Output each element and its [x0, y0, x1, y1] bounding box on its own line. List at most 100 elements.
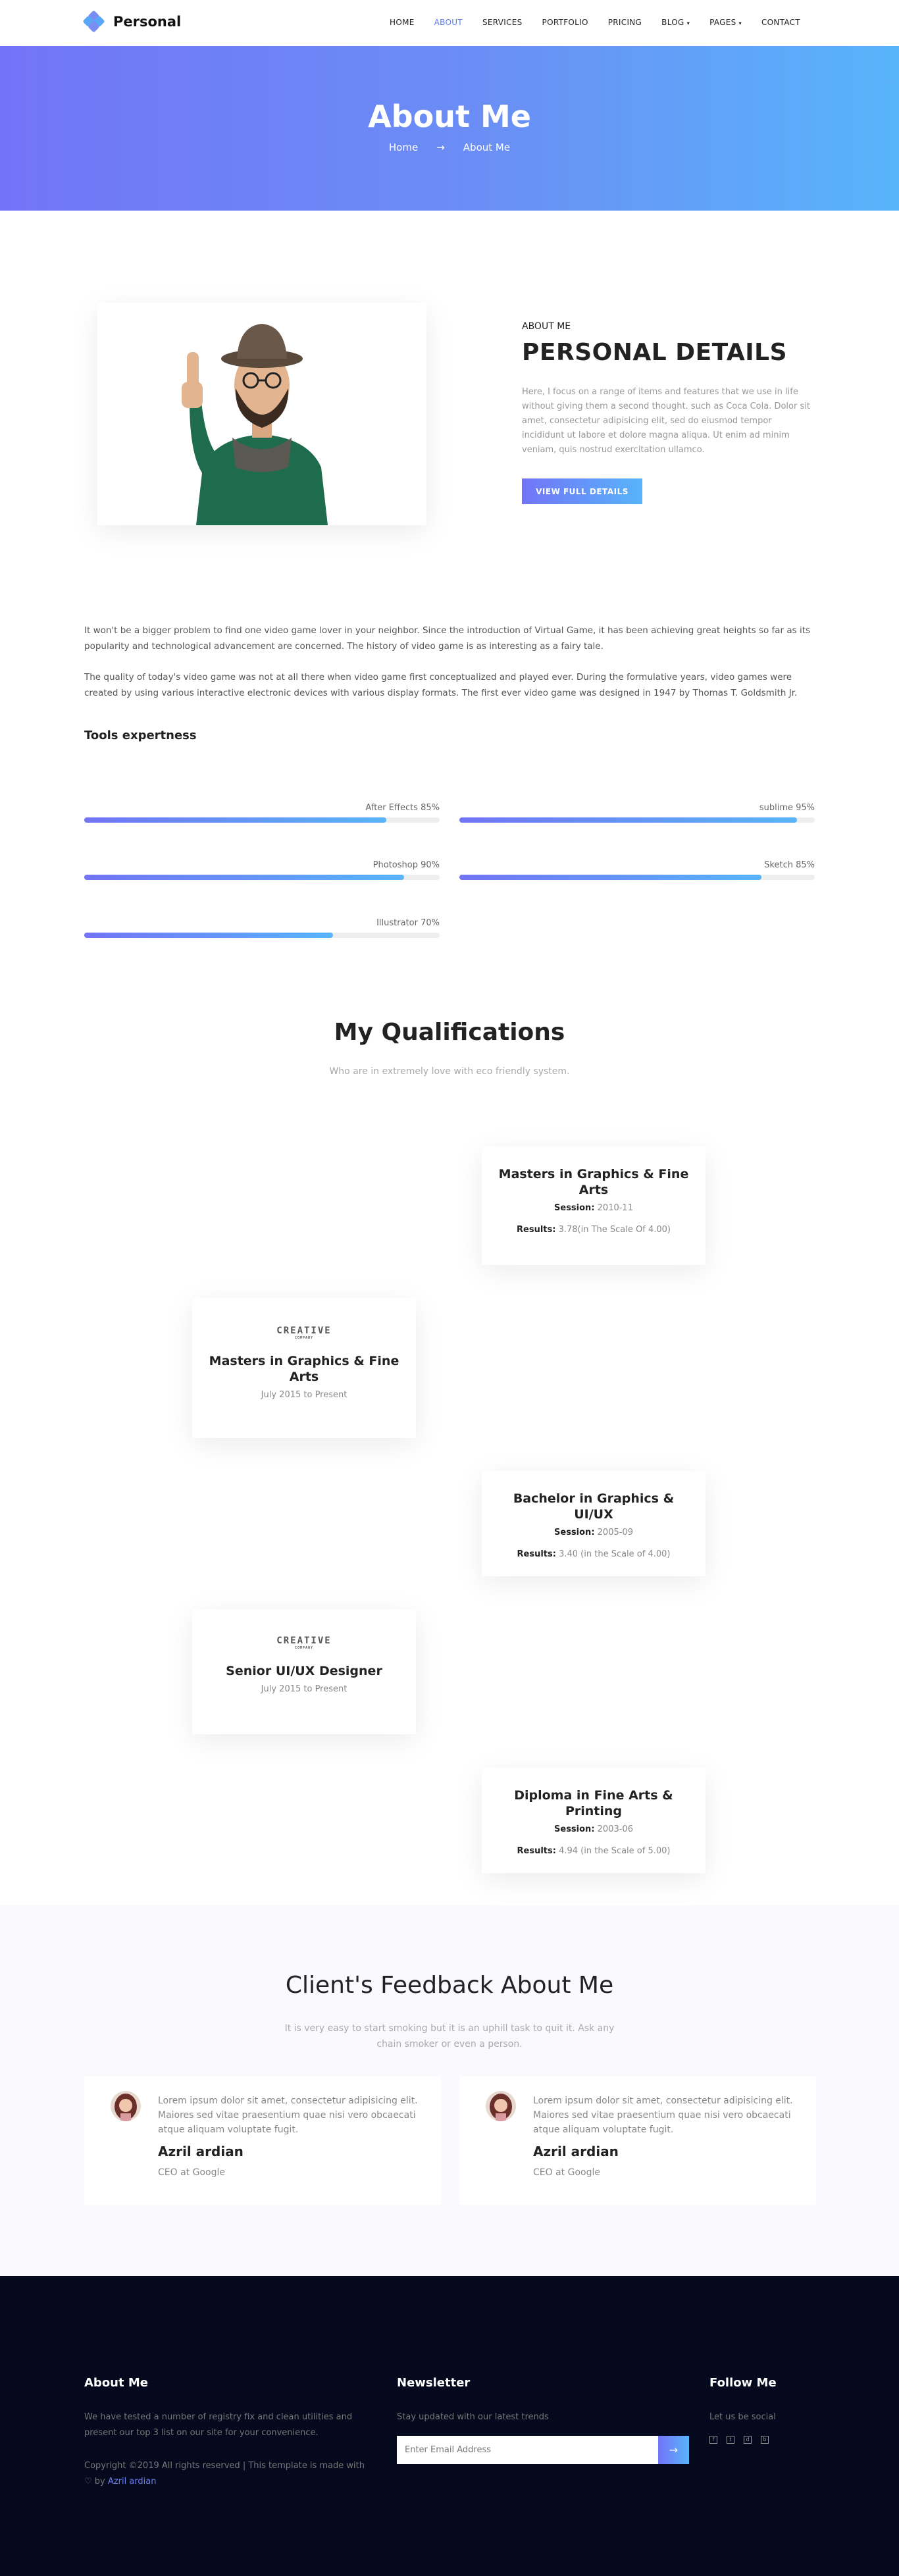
about-text: Here, I focus on a range of items and fe…: [522, 387, 810, 455]
skill-label: sublime 95%: [759, 803, 815, 813]
results-label: Results:: [517, 1225, 556, 1235]
skill-label: Illustrator 70%: [376, 918, 440, 928]
session-label: Session:: [554, 1528, 595, 1537]
testimonial-card: Lorem ipsum dolor sit amet, consectetur …: [84, 2076, 441, 2205]
skill-track: [84, 875, 440, 880]
qualification-session: Session: 2003-06: [498, 1824, 689, 1834]
dribbble-icon[interactable]: d: [744, 2436, 752, 2444]
twitter-icon[interactable]: t: [727, 2436, 734, 2444]
copyright-by: by: [94, 2477, 105, 2486]
qualification-card: Masters in Graphics & Fine Arts Session:…: [482, 1146, 706, 1265]
skill-fill: [459, 817, 797, 823]
brand-name: Personal: [113, 14, 182, 30]
about-title: PERSONAL DETAILS: [522, 339, 788, 366]
experience-title: Masters in Graphics & Fine Arts: [209, 1354, 399, 1384]
logo-text: CREATIVE: [276, 1636, 332, 1646]
experience-card: CREATIVE COMPANY Masters in Graphics & Fi…: [192, 1298, 416, 1438]
qualifications-subtitle: Who are in extremely love with eco frien…: [329, 1066, 570, 1077]
qualification-results: Results: 4.94 (in the Scale of 5.00): [498, 1846, 689, 1856]
skill-fill: [459, 875, 761, 880]
feedback-title: Client's Feedback About Me: [285, 1972, 614, 1999]
about-paragraph-1: It won't be a bigger problem to find one…: [84, 625, 811, 652]
facebook-icon[interactable]: f: [709, 2436, 717, 2444]
experience-title: Senior UI/UX Designer: [226, 1664, 382, 1678]
skill-fill: [84, 817, 386, 823]
qualification-card: Bachelor in Graphics & UI/UX Session: 20…: [482, 1471, 706, 1576]
qualification-session: Session: 2010-11: [498, 1203, 689, 1213]
caret-down-icon: ▾: [738, 20, 742, 26]
qualification-results: Results: 3.78(in The Scale Of 4.00): [498, 1225, 689, 1235]
copyright-text: Copyright ©2019 All rights reserved | Th…: [84, 2461, 365, 2471]
skill-fill: [84, 933, 333, 938]
nav-blog[interactable]: BLOG ▾: [661, 18, 690, 27]
testimonial-role: CEO at Google: [158, 2167, 225, 2178]
qualification-results: Results: 3.40 (in the Scale of 4.00): [498, 1549, 689, 1559]
nav-home[interactable]: HOME: [390, 18, 415, 27]
experience-card: CREATIVE COMPANY Senior UI/UX Designer Ju…: [192, 1609, 416, 1734]
nav-services[interactable]: SERVICES: [482, 18, 523, 27]
session-label: Session:: [554, 1824, 595, 1834]
footer-about-title: About Me: [84, 2376, 148, 2390]
man-portrait-image: [97, 303, 426, 525]
nav-about[interactable]: ABOUT: [434, 18, 463, 27]
session-value: 2010-11: [597, 1203, 633, 1213]
nav-pages[interactable]: PAGES ▾: [709, 18, 742, 27]
nav-pricing[interactable]: PRICING: [608, 18, 642, 27]
skill-track: [84, 933, 440, 938]
qualification-title: Diploma in Fine Arts & Printing: [514, 1788, 673, 1818]
view-full-details-button[interactable]: VIEW FULL DETAILS: [522, 478, 642, 504]
creative-company-logo: CREATIVE COMPANY: [209, 1636, 399, 1650]
newsletter-text: Stay updated with our latest trends: [397, 2412, 549, 2422]
skill-label: After Effects 85%: [365, 803, 440, 813]
email-input[interactable]: [397, 2436, 658, 2464]
testimonial-text: Lorem ipsum dolor sit amet, consectetur …: [158, 2096, 418, 2135]
nav-blog-label: BLOG: [661, 18, 684, 27]
header-nav: Personal HOME ABOUT SERVICES PORTFOLIO P…: [0, 0, 899, 46]
heart-icon: ♡: [84, 2477, 92, 2486]
skill-label: Sketch 85%: [764, 860, 815, 870]
arrow-right-icon: →: [669, 2444, 679, 2456]
avatar: [111, 2091, 141, 2121]
footer-about-text: We have tested a number of registry fix …: [84, 2412, 353, 2438]
subscribe-button[interactable]: →: [658, 2436, 689, 2464]
logo-text: CREATIVE: [276, 1326, 332, 1336]
follow-title: Follow Me: [709, 2376, 777, 2390]
author-link[interactable]: Azril ardian: [108, 2477, 157, 2486]
results-value: 4.94 (in the Scale of 5.00): [559, 1846, 671, 1856]
testimonial-text: Lorem ipsum dolor sit amet, consectetur …: [533, 2096, 793, 2135]
logo-subtext: COMPANY: [294, 1646, 314, 1650]
qualification-session: Session: 2005-09: [498, 1528, 689, 1537]
main-menu: HOME ABOUT SERVICES PORTFOLIO PRICING BL…: [370, 18, 800, 27]
results-value: 3.40 (in the Scale of 4.00): [559, 1549, 671, 1559]
session-label: Session:: [554, 1203, 595, 1213]
about-eyebrow: ABOUT ME: [522, 321, 571, 332]
footer-copyright: Copyright ©2019 All rights reserved | Th…: [84, 2458, 380, 2490]
testimonial-role: CEO at Google: [533, 2167, 600, 2178]
page-title: About Me: [368, 99, 531, 134]
creative-company-logo: CREATIVE COMPANY: [209, 1326, 399, 1340]
page-banner: About Me Home → About Me: [0, 46, 899, 211]
breadcrumb-current[interactable]: About Me: [463, 142, 510, 153]
skill-sublime: sublime 95%: [459, 803, 815, 823]
results-label: Results:: [517, 1549, 556, 1559]
skill-track: [459, 875, 815, 880]
testimonial-card: Lorem ipsum dolor sit amet, consectetur …: [459, 2076, 816, 2205]
results-value: 3.78(in The Scale Of 4.00): [558, 1225, 671, 1235]
behance-icon[interactable]: b: [761, 2436, 769, 2444]
arrow-right-icon: →: [436, 142, 445, 153]
skill-label: Photoshop 90%: [372, 860, 440, 870]
qualification-card: Diploma in Fine Arts & Printing Session:…: [482, 1768, 706, 1873]
qualification-title: Bachelor in Graphics & UI/UX: [513, 1491, 675, 1522]
logo-icon: [82, 10, 105, 33]
logo[interactable]: Personal: [82, 10, 182, 33]
nav-portfolio[interactable]: PORTFOLIO: [542, 18, 588, 27]
breadcrumb-home[interactable]: Home: [389, 142, 418, 153]
breadcrumb: Home → About Me: [0, 142, 899, 153]
nav-contact[interactable]: CONTACT: [761, 18, 800, 27]
experience-period: July 2015 to Present: [261, 1684, 347, 1694]
profile-photo: [97, 303, 426, 525]
skill-track: [459, 817, 815, 823]
testimonial-name: Azril ardian: [533, 2144, 619, 2159]
nav-pages-label: PAGES: [709, 18, 736, 27]
caret-down-icon: ▾: [686, 20, 690, 26]
